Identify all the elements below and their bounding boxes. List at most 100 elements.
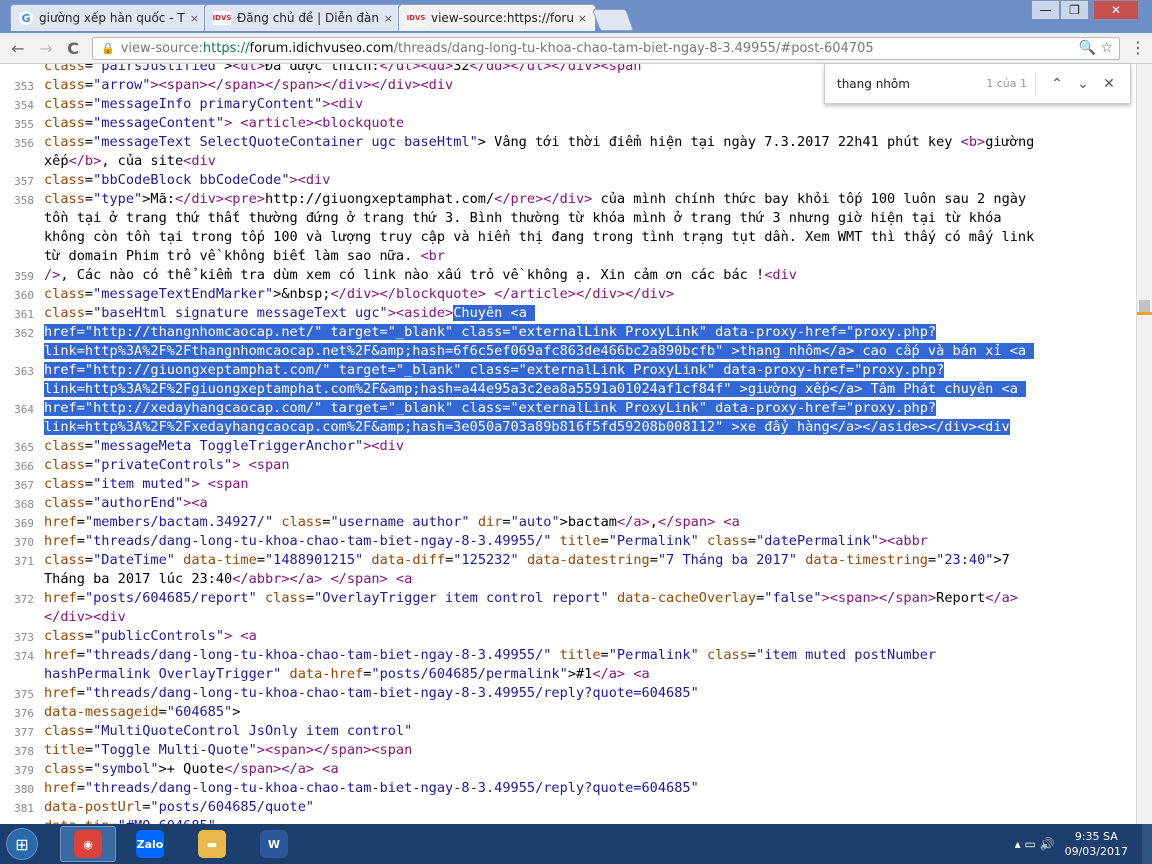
code-token: <div [183,153,216,169]
zoom-star-icons[interactable]: 🔍 ☆ [1079,40,1113,56]
taskbar-chrome-button[interactable]: ◉ [60,826,116,862]
code-token: , [649,514,658,530]
close-window-button[interactable]: ✕ [1093,0,1139,20]
code-token: link=http%3A%2F%2Fgiuongxeptamphat.com%2… [44,381,1027,397]
tab-3-active[interactable]: IDVS view-source:https://forun × [398,4,596,31]
source-line: href="threads/dang-long-tu-khoa-chao-tam… [44,533,928,549]
source-line: </div><div [44,609,126,625]
code-token: = [600,533,609,549]
code-token: ><div [322,96,364,112]
taskbar-zalo-button[interactable]: Zalo [122,826,178,862]
menu-icon[interactable]: ⋮ [1130,38,1146,57]
code-token: > <span [232,457,290,473]
line-number: 364 [14,403,34,416]
taskbar-word-button[interactable]: W [246,826,302,862]
code-token: link=http%3A%2F%2Fthangnhomcaocap.net%2F… [44,343,1035,359]
code-token: "threads/dang-long-tu-khoa-chao-tam-biet… [84,647,552,663]
find-count: 1 của 1 [986,77,1027,90]
code-token: class [265,590,306,606]
code-token: hashPermalink OverlayTrigger" [44,666,282,682]
code-token: href [44,590,77,606]
code-token: "messageInfo primaryContent" [93,96,323,112]
find-close-icon[interactable]: ✕ [1096,76,1122,92]
code-token: </div></blockquote> </article></div></di… [330,286,675,302]
forward-button[interactable]: → [36,38,56,58]
code-token: "arrow" [93,77,151,93]
code-token: </abbr></a> </span> <a [232,571,413,587]
code-token: "item muted" [93,476,192,492]
source-view[interactable]: class="pairsJustified"><dt>Đã được thích… [0,64,1136,824]
clock[interactable]: 9:35 SA 09/03/2017 [1065,829,1128,859]
tab-3-close-icon[interactable]: × [578,12,587,25]
back-button[interactable]: ← [8,38,28,58]
code-token: = [84,723,94,739]
code-token: </dd></dl></div><span [469,64,642,74]
code-token: class [44,191,85,207]
code-token: "datePermalink" [756,533,879,549]
tab-1-close-icon[interactable]: × [190,12,199,25]
code-token: = [84,305,94,321]
code-token: data-messageid [44,704,159,720]
find-next-icon[interactable]: ⌄ [1070,76,1096,92]
code-token: = [158,704,167,720]
code-token: </a> <a [592,666,650,682]
source-line: class="messageContent"> <article><blockq… [44,115,404,131]
url-host: forum.idichvuseo.com [249,41,394,56]
code-token: data-cacheOverlay [616,590,757,606]
code-token: class [44,305,85,321]
tab-2[interactable]: IDVS Đăng chủ đề | Diễn đàn S × [204,4,402,31]
line-number: 357 [14,175,34,188]
source-line: tồn tại ở trang thứ thất thường đứng ở t… [44,210,1002,226]
line-number: 362 [14,327,34,340]
show-desktop-button[interactable] [1142,824,1152,864]
find-input[interactable]: thang nhôm [837,77,977,91]
code-token: = [84,96,94,112]
code-token: = [84,552,94,568]
source-line: class="authorEnd"><a [44,495,208,511]
code-token: của mình chính thức bay khỏi tốp 100 luô… [592,191,1027,207]
scrollbar[interactable] [1136,64,1152,824]
code-token: <span> [158,77,208,93]
code-token: "604685" [166,704,233,720]
find-prev-icon[interactable]: ⌃ [1044,76,1070,92]
taskbar-explorer-button[interactable]: ▬ [184,826,240,862]
tab-2-close-icon[interactable]: × [384,12,393,25]
code-token: = [76,533,85,549]
tray-icons[interactable]: ▴ ▭ 🔊 [1015,837,1055,851]
tab-1[interactable]: G giường xếp hàn quốc - T × [10,4,208,31]
source-line: class="pairsJustified"><dt>Đã được thích… [44,64,642,74]
start-button[interactable]: ⊞ [6,828,38,860]
code-token: data-diff [371,552,446,568]
code-token: <dt> [232,64,265,74]
code-token: http://giuongxeptamphat.com/ [265,191,495,207]
code-token: title [559,533,601,549]
code-token: = [84,64,94,74]
code-token: "publicControls" [93,628,225,644]
clock-time: 9:35 SA [1074,830,1118,843]
source-line: link=http%3A%2F%2Fthangnhomcaocap.net%2F… [44,343,1035,359]
code-token: = [747,647,757,663]
source-line: class="MultiQuoteControl JsOnly item con… [44,723,412,739]
lock-icon: 🔒 [101,42,115,55]
code-token: >&nbsp; [273,286,331,302]
code-token: "Permalink" [608,647,699,663]
reload-button[interactable]: C [63,38,83,58]
code-token: title [559,647,601,663]
minimize-button[interactable]: — [1031,0,1060,20]
find-match-marker [1137,312,1152,315]
code-token: > Vâng tới thời điểm hiện tại ngày 7.3.2… [477,134,961,150]
source-line: không còn tồn tại trong tốp 100 và lượng… [44,229,1034,245]
clock-date: 09/03/2017 [1064,845,1128,858]
code-token: "threads/dang-long-tu-khoa-chao-tam-biet… [84,780,699,796]
address-bar[interactable]: 🔒 view-source: https://forum.idichvuseo.c… [92,37,1120,60]
line-number: 369 [14,517,34,530]
new-tab-button[interactable] [591,9,635,31]
code-token: class [44,134,85,150]
code-token: class [44,96,85,112]
source-line: class="baseHtml signature messageText ug… [44,305,536,321]
maximize-button[interactable]: ❐ [1060,0,1089,20]
